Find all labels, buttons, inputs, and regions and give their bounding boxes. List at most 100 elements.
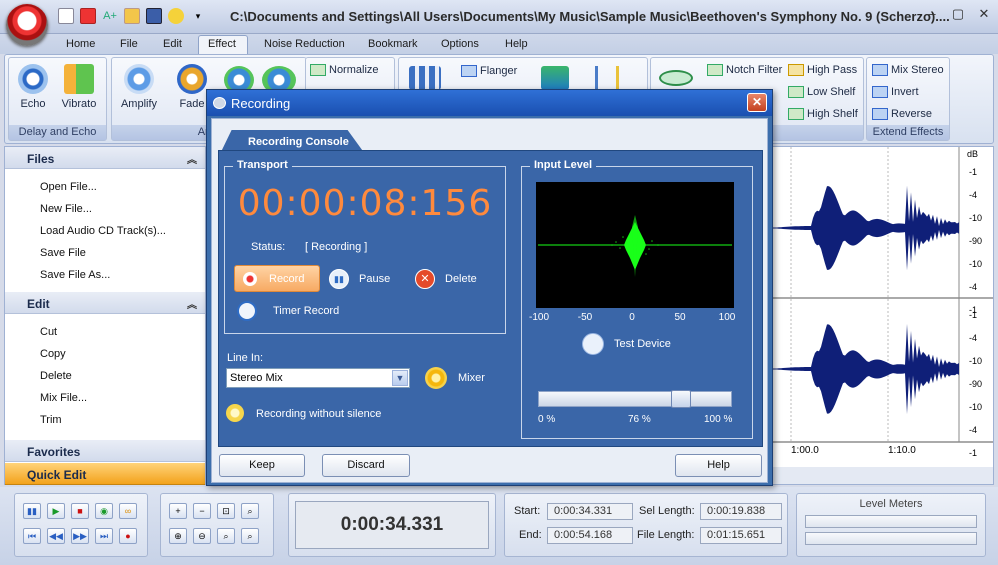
timer-record-button[interactable]: Timer Record — [237, 299, 357, 323]
files-heading: Files — [27, 152, 55, 166]
start-field[interactable]: 0:00:34.331 — [547, 503, 633, 520]
vibrato-button[interactable]: Vibrato — [59, 64, 99, 110]
tab-help[interactable]: Help — [505, 38, 528, 50]
test-device-button[interactable]: Test Device — [582, 332, 692, 356]
help-button[interactable]: Help — [675, 454, 762, 477]
db-tick: -1 — [969, 310, 978, 320]
chevron-down-icon[interactable]: ▼ — [392, 370, 408, 386]
record-button[interactable]: ● — [119, 528, 137, 544]
echo-button[interactable]: Echo — [15, 64, 51, 110]
rewind-button[interactable]: ◀◀ — [47, 528, 65, 544]
save-file-as-link[interactable]: Save File As... — [40, 269, 110, 281]
save-file-link[interactable]: Save File — [40, 247, 86, 259]
files-section-header[interactable]: Files ︽ — [5, 147, 205, 169]
go-end-button[interactable]: ⏭ — [95, 528, 113, 544]
file-length-field: 0:01:15.651 — [700, 527, 782, 544]
edit-section-header[interactable]: Edit ︽ — [5, 292, 205, 314]
play-button[interactable]: ▶ — [47, 503, 65, 519]
volume-slider[interactable] — [538, 390, 732, 408]
end-field[interactable]: 0:00:54.168 — [547, 527, 633, 544]
sel-length-field[interactable]: 0:00:19.838 — [700, 503, 782, 520]
pitch-icon[interactable] — [541, 66, 569, 90]
delete-link[interactable]: Delete — [40, 370, 72, 382]
file-length-label: File Length: — [637, 529, 695, 541]
recording-without-silence-option[interactable]: Recording without silence — [226, 404, 416, 424]
zoom-reset-icon[interactable]: ⌕ — [241, 528, 259, 544]
group-delay-echo: Echo Vibrato Delay and Echo — [8, 57, 107, 141]
zoom-in-vertical-icon[interactable]: ⊕ — [169, 528, 187, 544]
record-icon[interactable] — [80, 8, 96, 24]
trim-link[interactable]: Trim — [40, 414, 62, 426]
add-text-icon[interactable]: A+ — [102, 8, 118, 24]
forward-button[interactable]: ▶▶ — [71, 528, 89, 544]
close-window-button[interactable]: ✕ — [972, 6, 996, 24]
save-icon[interactable] — [146, 8, 162, 24]
high-shelf-icon — [788, 108, 804, 121]
discard-button[interactable]: Discard — [322, 454, 410, 477]
load-cd-link[interactable]: Load Audio CD Track(s)... — [40, 225, 166, 237]
low-shelf-button[interactable]: Low Shelf — [788, 86, 855, 99]
chevron-down-icon[interactable]: ▾ — [190, 8, 206, 24]
new-file-icon[interactable] — [58, 8, 74, 24]
transport-controls: ▮▮ ▶ ■ ◉ ∞ ⏮ ◀◀ ▶▶ ⏭ ● — [14, 493, 148, 557]
tab-home[interactable]: Home — [66, 38, 95, 50]
reverse-button[interactable]: Reverse — [872, 108, 932, 121]
app-menu-button[interactable] — [6, 4, 48, 46]
meter-tick: -50 — [577, 312, 593, 323]
notch-filter-button[interactable]: Notch Filter — [707, 64, 782, 77]
favorites-section-header[interactable]: Favorites — [5, 440, 205, 462]
tab-bookmark[interactable]: Bookmark — [368, 38, 418, 50]
loop-button[interactable]: ∞ — [119, 503, 137, 519]
waveform-view[interactable]: dB -1 -4 -10 -90 -10 -4 -1 -1 -4 -10 -90 -10 -4 -1 1… — [770, 146, 994, 485]
mix-file-link[interactable]: Mix File... — [40, 392, 87, 404]
delete-dialog-button[interactable]: ✕ Delete — [415, 267, 495, 291]
tab-edit[interactable]: Edit — [163, 38, 182, 50]
mix-stereo-button[interactable]: Mix Stereo — [872, 64, 944, 77]
new-file-link[interactable]: New File... — [40, 203, 92, 215]
high-pass-button[interactable]: High Pass — [788, 64, 857, 77]
pause-dialog-button[interactable]: ▮▮ Pause — [329, 267, 405, 291]
high-shelf-button[interactable]: High Shelf — [788, 108, 858, 121]
flanger-button[interactable]: Flanger — [461, 65, 517, 78]
keep-button[interactable]: Keep — [219, 454, 305, 477]
open-folder-icon[interactable] — [124, 8, 140, 24]
record-toggle-button[interactable]: Record — [234, 265, 320, 292]
mixer-button[interactable]: Mixer — [424, 366, 504, 390]
mix-stereo-label: Mix Stereo — [891, 64, 944, 76]
normalize-button[interactable]: Normalize — [310, 64, 379, 77]
quick-edit-section-header[interactable]: Quick Edit — [5, 463, 205, 485]
zoom-out-vertical-icon[interactable]: ⊖ — [193, 528, 211, 544]
zoom-fit-icon[interactable]: ⌕ — [217, 528, 235, 544]
zoom-in-icon[interactable]: + — [169, 503, 187, 519]
play-selection-button[interactable]: ◉ — [95, 503, 113, 519]
pause-button[interactable]: ▮▮ — [23, 503, 41, 519]
amplify-button[interactable]: Amplify — [118, 64, 160, 110]
collapse-icon[interactable]: ︽ — [187, 151, 197, 166]
dialog-title-bar[interactable]: Recording — [207, 90, 772, 116]
go-start-button[interactable]: ⏮ — [23, 528, 41, 544]
stop-button[interactable]: ■ — [71, 503, 89, 519]
cut-link[interactable]: Cut — [40, 326, 57, 338]
tab-file[interactable]: File — [120, 38, 138, 50]
open-file-link[interactable]: Open File... — [40, 181, 97, 193]
minimize-button[interactable]: – — [920, 6, 944, 24]
chorus-icon[interactable] — [409, 66, 441, 90]
collapse-icon[interactable]: ︽ — [187, 296, 197, 311]
invert-button[interactable]: Invert — [872, 86, 919, 99]
dialog-close-button[interactable]: ✕ — [747, 93, 767, 112]
eq-graph-icon[interactable] — [659, 70, 693, 86]
zoom-full-icon[interactable]: ⌕ — [241, 503, 259, 519]
radiation-icon[interactable] — [168, 8, 184, 24]
tab-options[interactable]: Options — [441, 38, 479, 50]
zoom-out-icon[interactable]: − — [193, 503, 211, 519]
line-in-select[interactable]: Stereo Mix ▼ — [226, 368, 410, 388]
zoom-selection-icon[interactable]: ⊡ — [217, 503, 235, 519]
tab-noise-reduction[interactable]: Noise Reduction — [264, 38, 345, 50]
slider-thumb[interactable] — [671, 390, 692, 408]
maximize-button[interactable]: ▢ — [946, 6, 970, 24]
tab-effect-label[interactable]: Effect — [208, 38, 236, 50]
copy-link[interactable]: Copy — [40, 348, 66, 360]
recording-time: 00:00:08:156 — [237, 183, 493, 224]
recording-without-silence-label: Recording without silence — [256, 408, 382, 420]
stopwatch-icon — [18, 64, 48, 94]
